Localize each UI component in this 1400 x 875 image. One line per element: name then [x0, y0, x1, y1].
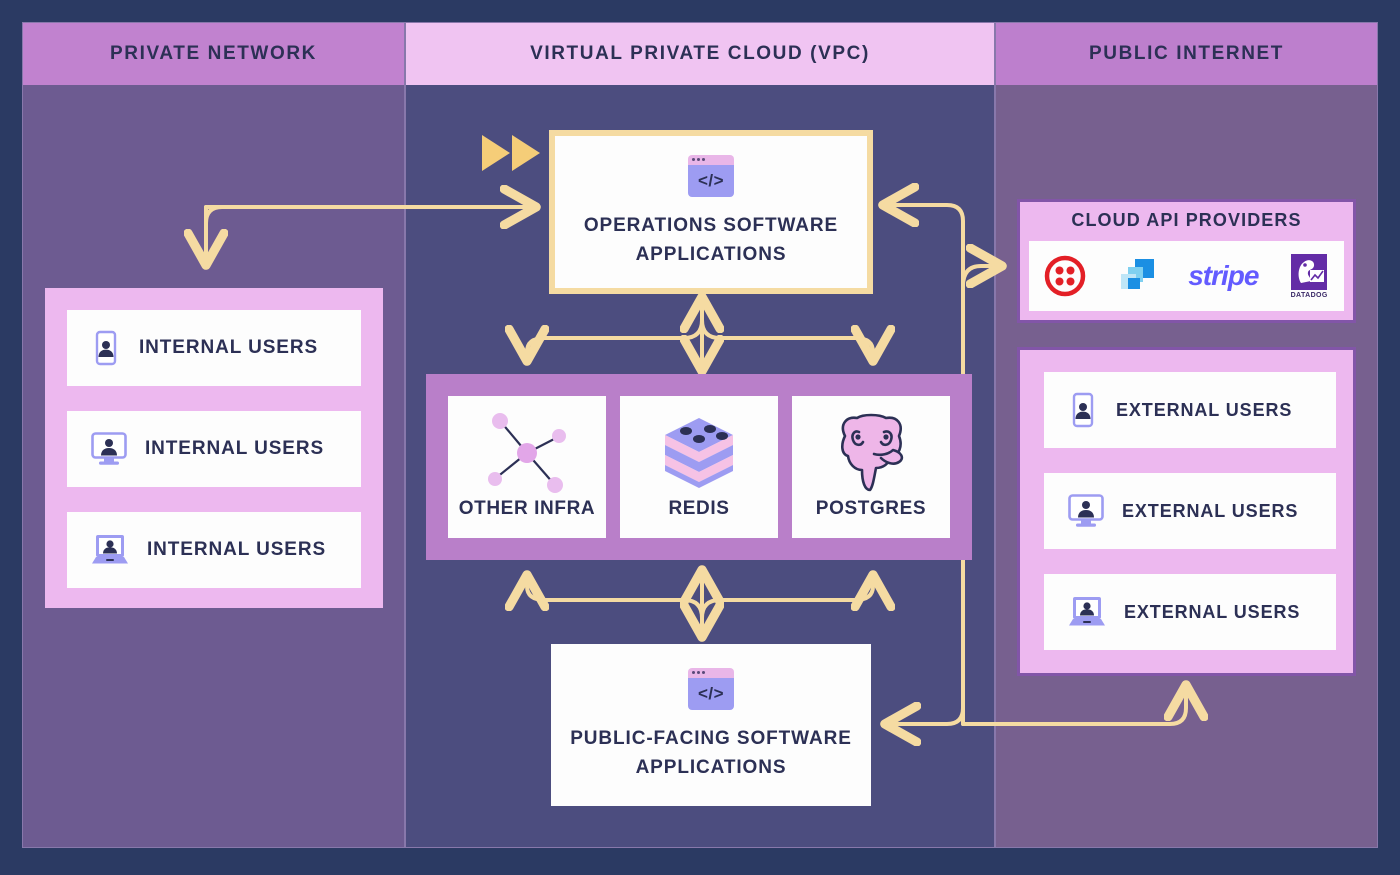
laptop-user-icon [1069, 597, 1105, 626]
public-app-title-line1: PUBLIC-FACING SOFTWARE [570, 728, 852, 749]
datadog-logo[interactable]: DATADOG [1290, 253, 1328, 299]
cloud-api-providers-panel: CLOUD API PROVIDERS stripe DATADOG [1017, 199, 1356, 323]
column-title-private-network: PRIVATE NETWORK [23, 23, 404, 85]
redis-cube-icon [665, 418, 733, 488]
desktop-user-icon [1068, 494, 1104, 527]
operations-app-title: OPERATIONS SOFTWARE APPLICATIONS [584, 211, 838, 269]
list-item-label: EXTERNAL USERS [1122, 500, 1299, 521]
column-title-vpc: VIRTUAL PRIVATE CLOUD (VPC) [406, 23, 994, 85]
cloud-api-logo-strip: stripe DATADOG [1029, 241, 1344, 311]
infra-label: REDIS [668, 498, 730, 519]
desktop-user-icon [91, 432, 127, 465]
infra-label: POSTGRES [815, 498, 927, 519]
list-item[interactable]: INTERNAL USERS [67, 411, 361, 487]
code-icon-glyph: </> [688, 165, 734, 197]
list-item-label: INTERNAL USERS [147, 539, 327, 560]
list-item[interactable]: INTERNAL USERS [67, 512, 361, 588]
network-nodes-icon [488, 413, 566, 493]
list-item-label: INTERNAL USERS [145, 438, 325, 459]
infra-card-redis[interactable]: REDIS [620, 396, 778, 538]
twilio-logo[interactable] [1044, 255, 1086, 297]
list-item-label: INTERNAL USERS [139, 337, 319, 358]
operations-software-applications-box[interactable]: </> OPERATIONS SOFTWARE APPLICATIONS [549, 130, 873, 294]
public-facing-software-applications-box[interactable]: </> PUBLIC-FACING SOFTWARE APPLICATIONS [549, 642, 873, 808]
mobile-user-icon [1072, 392, 1094, 428]
list-item[interactable]: EXTERNAL USERS [1044, 372, 1336, 448]
operations-app-title-line1: OPERATIONS SOFTWARE [583, 215, 839, 236]
internal-users-panel: INTERNAL USERS INTERNAL USERS INTERNAL U… [45, 288, 383, 608]
diagram-canvas: PRIVATE NETWORK VIRTUAL PRIVATE CLOUD (V… [0, 0, 1400, 875]
stripe-logo[interactable]: stripe [1188, 260, 1259, 292]
infrastructure-band: OTHER INFRA REDIS POSTGRES [426, 374, 972, 560]
cloud-api-providers-title: CLOUD API PROVIDERS [1071, 210, 1302, 230]
datadog-mark-icon [1291, 254, 1328, 290]
list-item[interactable]: INTERNAL USERS [67, 310, 361, 386]
mobile-user-icon [95, 330, 117, 366]
list-item-label: EXTERNAL USERS [1116, 399, 1293, 420]
infra-label: OTHER INFRA [458, 498, 596, 519]
blue-squares-logo[interactable] [1117, 256, 1157, 296]
code-window-icon: </> [688, 155, 734, 197]
list-item-label: EXTERNAL USERS [1124, 601, 1301, 622]
public-app-title: PUBLIC-FACING SOFTWARE APPLICATIONS [570, 724, 852, 782]
code-window-icon: </> [688, 668, 734, 710]
external-users-panel: EXTERNAL USERS EXTERNAL USERS EXTERNAL U… [1017, 347, 1356, 676]
infra-card-postgres[interactable]: POSTGRES [792, 396, 950, 538]
list-item[interactable]: EXTERNAL USERS [1044, 473, 1336, 549]
laptop-user-icon [92, 535, 128, 564]
infra-card-other-infra[interactable]: OTHER INFRA [448, 396, 606, 538]
public-app-title-line2: APPLICATIONS [635, 757, 787, 778]
code-icon-glyph: </> [688, 678, 734, 710]
operations-app-title-line2: APPLICATIONS [635, 244, 787, 265]
datadog-wordmark: DATADOG [1290, 292, 1328, 299]
list-item[interactable]: EXTERNAL USERS [1044, 574, 1336, 650]
postgres-elephant-icon [841, 413, 904, 492]
column-title-public-internet: PUBLIC INTERNET [996, 23, 1377, 85]
